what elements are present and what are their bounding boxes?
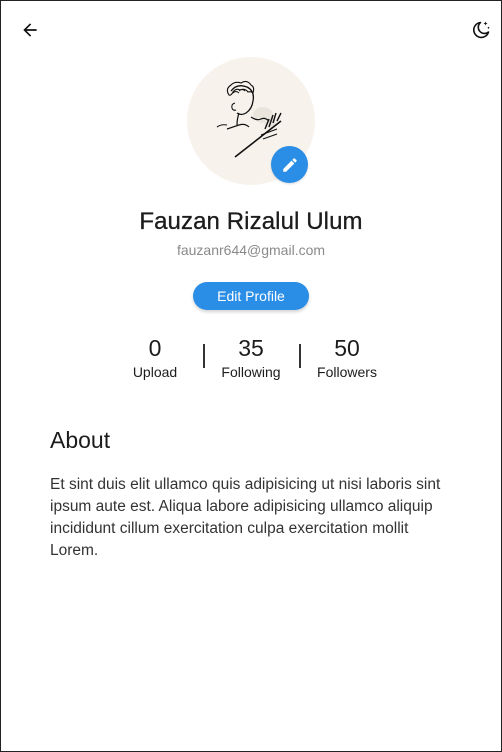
about-text: Et sint duis elit ullamco quis adipisici… xyxy=(50,476,441,559)
profile-name: Fauzan Rizalul Ulum xyxy=(139,208,363,235)
stat-label: Upload xyxy=(132,364,178,380)
avatar-container xyxy=(187,57,315,185)
stat-value: 50 xyxy=(334,335,360,361)
stats-row: 0 Upload 35 Following 50 Followers xyxy=(107,335,395,385)
stat-value: 35 xyxy=(238,335,264,361)
stat-upload[interactable]: 0 Upload xyxy=(107,335,203,385)
stats-divider xyxy=(299,344,301,368)
back-button[interactable] xyxy=(15,15,45,45)
moon-stars-icon xyxy=(472,21,490,39)
stat-label: Followers xyxy=(317,364,377,380)
about-heading: About xyxy=(50,427,111,453)
pencil-icon xyxy=(282,157,297,172)
stats-divider xyxy=(203,344,205,368)
edit-avatar-button[interactable] xyxy=(271,146,308,183)
stat-label: Following xyxy=(221,364,281,380)
profile-email: fauzanr644@gmail.com xyxy=(176,242,326,258)
arrow-left-icon xyxy=(23,23,37,37)
stat-value: 0 xyxy=(148,335,162,361)
theme-toggle-button[interactable] xyxy=(465,15,495,45)
stat-followers[interactable]: 50 Followers xyxy=(299,335,395,385)
profile-screen: Fauzan Rizalul Ulum fauzanr644@gmail.com… xyxy=(0,0,502,752)
stat-following[interactable]: 35 Following xyxy=(203,335,299,385)
edit-profile-button[interactable]: Edit Profile xyxy=(193,282,309,310)
